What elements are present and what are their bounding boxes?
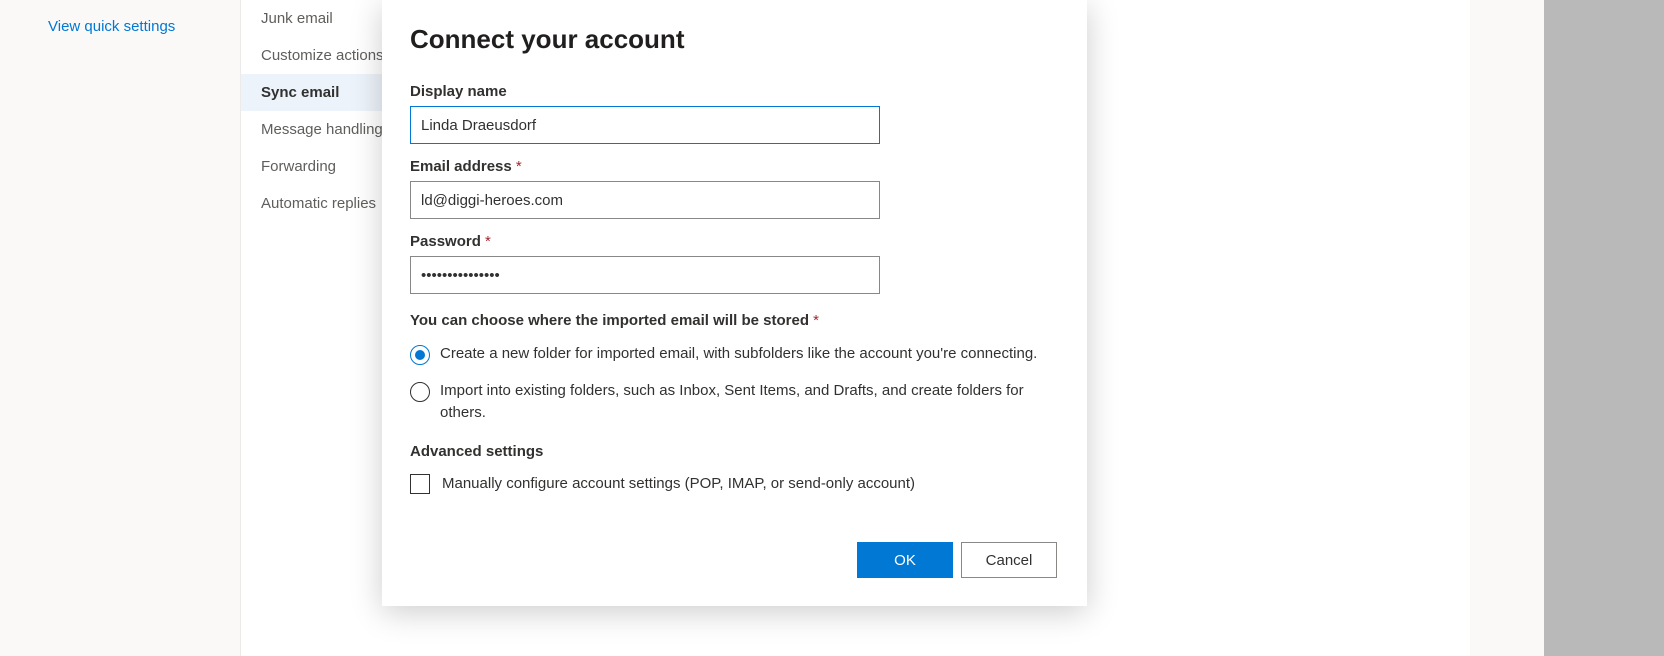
cancel-button[interactable]: Cancel bbox=[961, 542, 1057, 578]
checkbox-label: Manually configure account settings (POP… bbox=[442, 475, 915, 492]
view-quick-settings-link[interactable]: View quick settings bbox=[48, 18, 175, 35]
password-label: Password * bbox=[410, 233, 1059, 250]
connect-account-dialog: Connect your account Display name Email … bbox=[382, 0, 1087, 606]
radio-button-icon bbox=[410, 382, 430, 402]
display-name-label: Display name bbox=[410, 83, 1059, 100]
window-edge bbox=[1544, 0, 1664, 656]
sidebar-item-forwarding[interactable]: Forwarding bbox=[241, 148, 400, 185]
ok-button[interactable]: OK bbox=[857, 542, 953, 578]
required-asterisk: * bbox=[485, 233, 491, 250]
manual-config-checkbox[interactable]: Manually configure account settings (POP… bbox=[410, 474, 1059, 494]
dialog-button-row: OK Cancel bbox=[857, 542, 1057, 578]
display-name-input[interactable] bbox=[410, 106, 880, 144]
required-asterisk: * bbox=[516, 158, 522, 175]
advanced-settings-label: Advanced settings bbox=[410, 443, 1059, 460]
checkbox-icon bbox=[410, 474, 430, 494]
settings-sidebar: Junk email Customize actions Sync email … bbox=[240, 0, 400, 656]
sidebar-item-message-handling[interactable]: Message handling bbox=[241, 111, 400, 148]
email-address-input[interactable] bbox=[410, 181, 880, 219]
radio-button-icon bbox=[410, 345, 430, 365]
sidebar-item-customize-actions[interactable]: Customize actions bbox=[241, 37, 400, 74]
email-address-label: Email address * bbox=[410, 158, 1059, 175]
radio-import-existing[interactable]: Import into existing folders, such as In… bbox=[410, 380, 1059, 425]
sidebar-item-automatic-replies[interactable]: Automatic replies bbox=[241, 185, 400, 222]
sidebar-item-junk-email[interactable]: Junk email bbox=[241, 0, 400, 37]
radio-label: Create a new folder for imported email, … bbox=[440, 343, 1037, 366]
radio-label: Import into existing folders, such as In… bbox=[440, 380, 1040, 425]
password-input[interactable] bbox=[410, 256, 880, 294]
radio-create-new-folder[interactable]: Create a new folder for imported email, … bbox=[410, 343, 1059, 366]
required-asterisk: * bbox=[813, 312, 819, 329]
store-location-label: You can choose where the imported email … bbox=[410, 312, 1059, 329]
sidebar-item-sync-email[interactable]: Sync email bbox=[241, 74, 400, 111]
dialog-title: Connect your account bbox=[410, 24, 1059, 55]
